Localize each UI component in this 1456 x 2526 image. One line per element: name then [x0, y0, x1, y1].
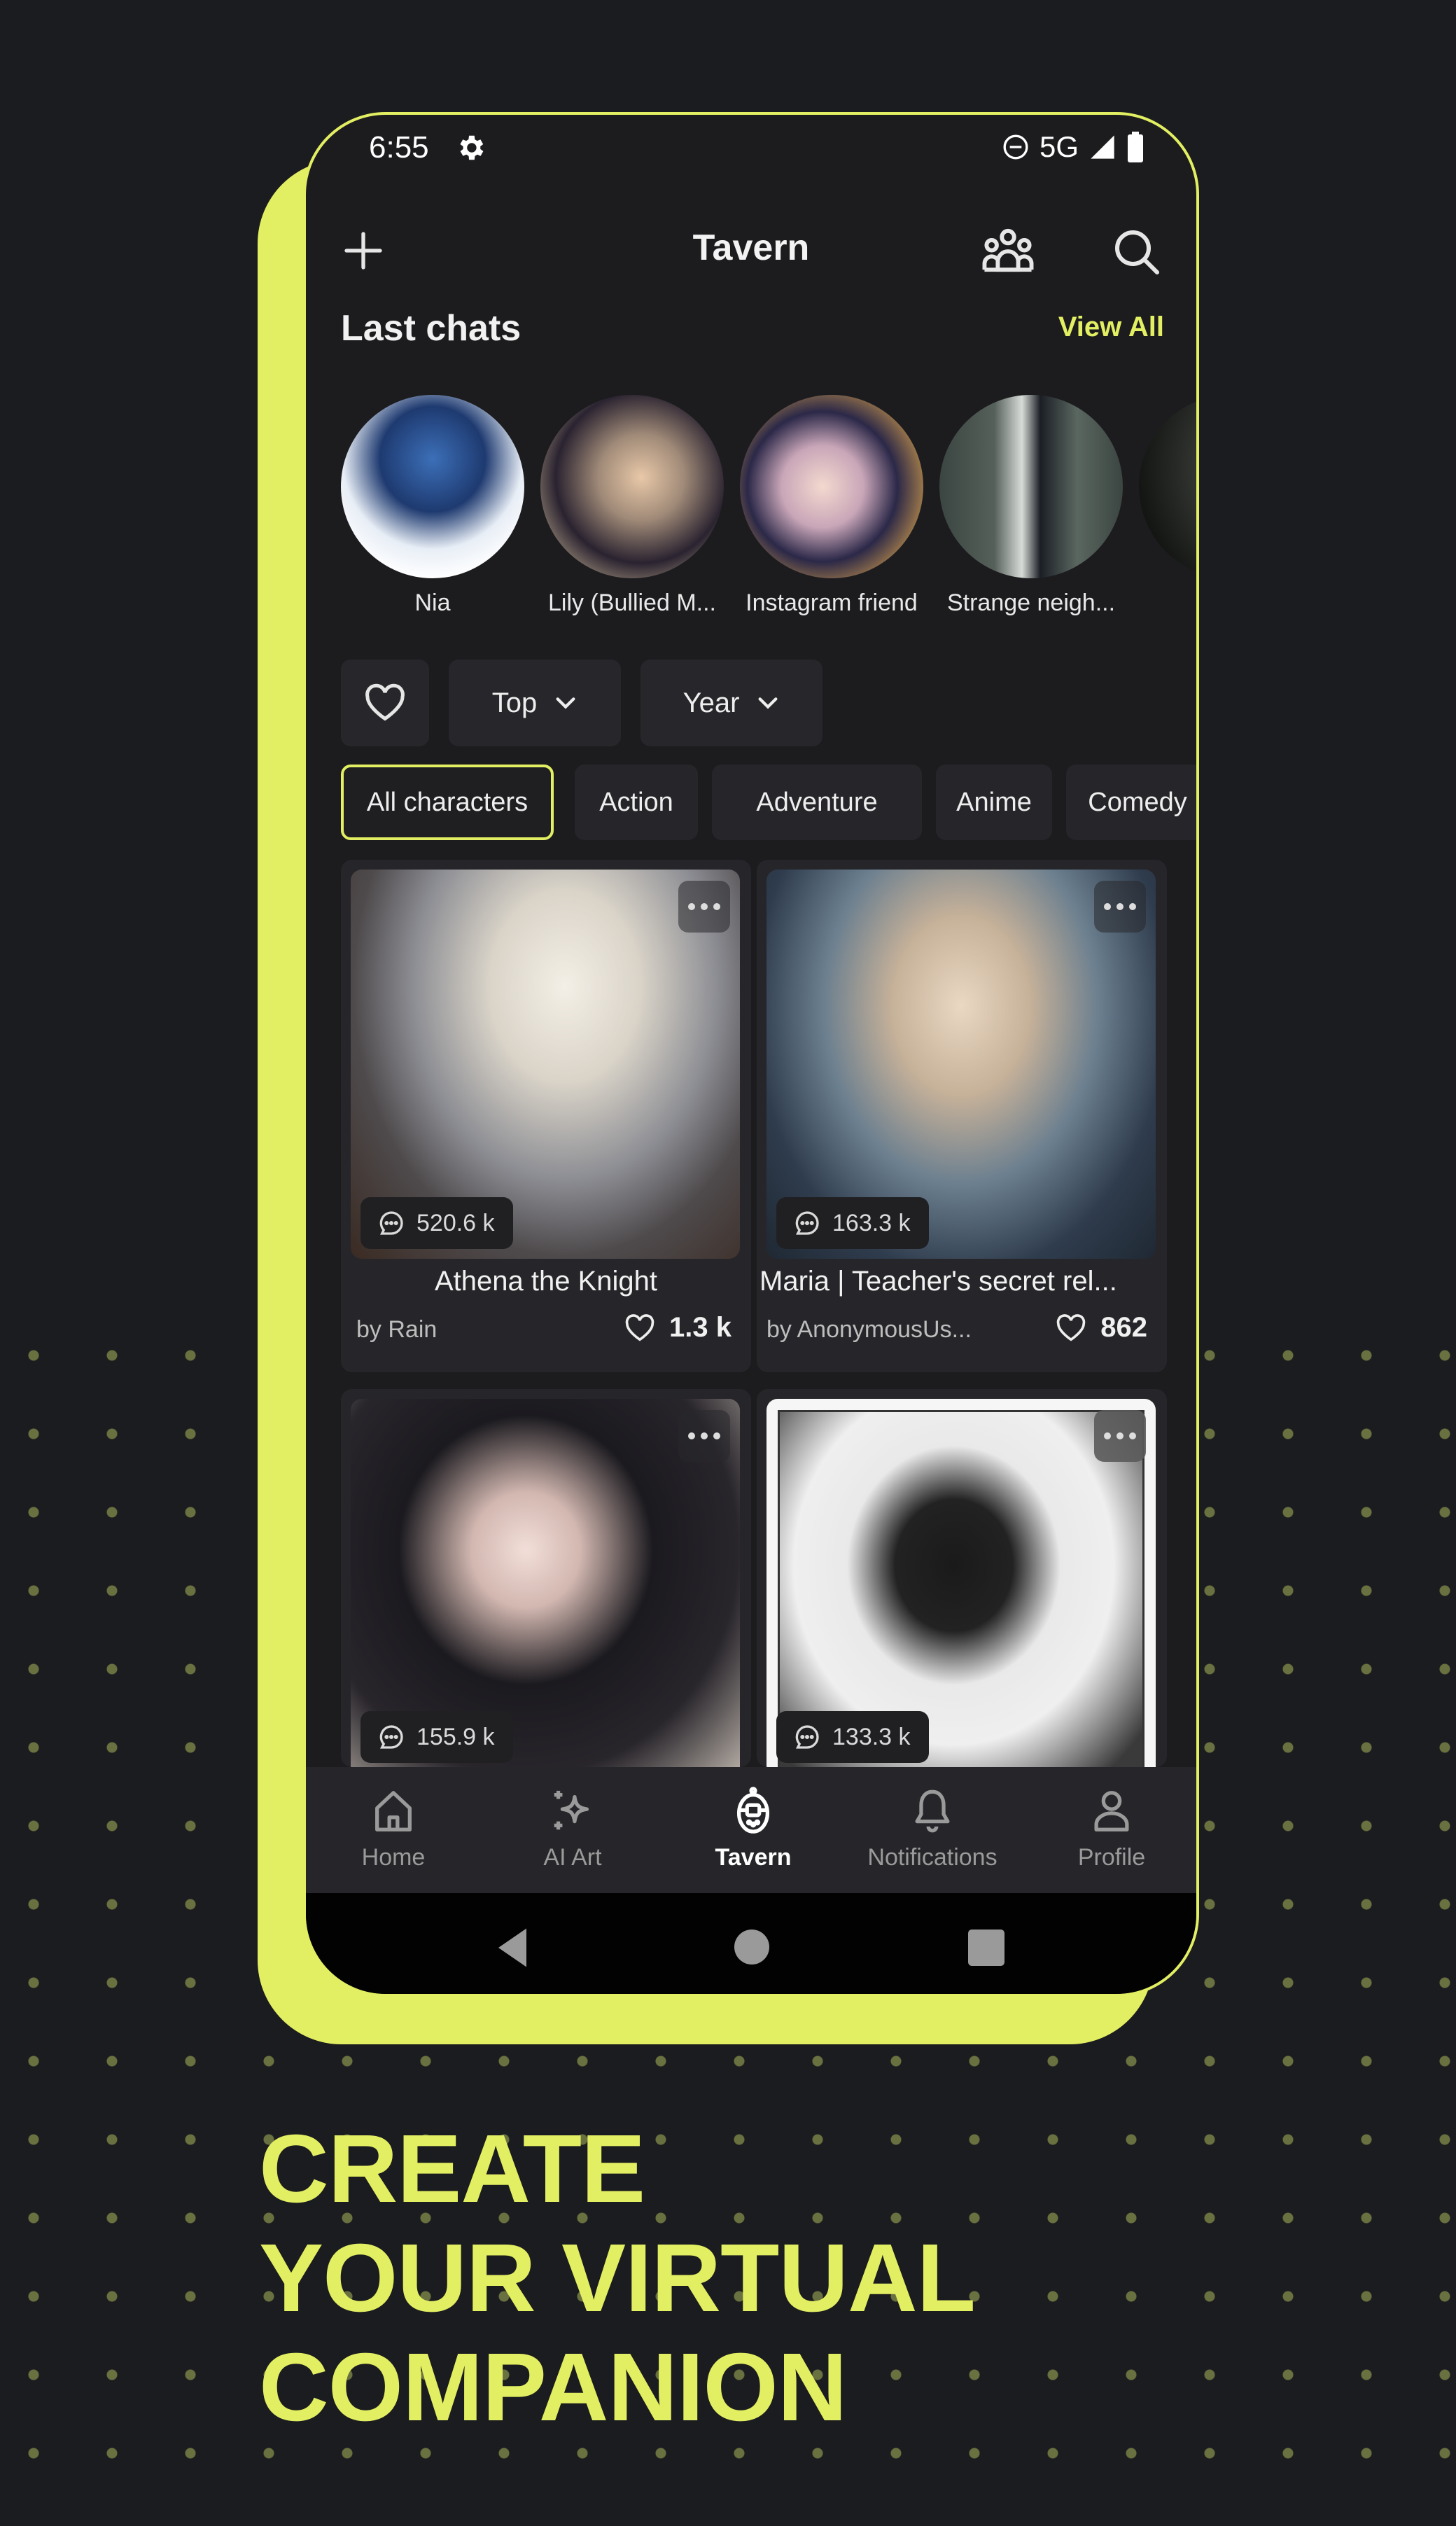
more-options-button[interactable] [678, 881, 730, 933]
character-card[interactable]: 520.6 k Athena the Knight by Rain 1.3 k [341, 860, 751, 1372]
nav-notifications-label: Notifications [867, 1844, 997, 1871]
chat-bubble-icon [795, 1725, 819, 1749]
promo-line-1: CREATE [259, 2115, 645, 2223]
nav-tavern[interactable]: Tavern [666, 1787, 841, 1871]
chat-bubble-icon [795, 1211, 819, 1235]
nav-profile-label: Profile [1077, 1844, 1146, 1871]
home-circle-icon[interactable] [734, 1930, 769, 1965]
status-bar: 6:55 5G [306, 115, 1196, 178]
chat-count-badge: 155.9 k [360, 1711, 513, 1763]
chat-name: Instagram friend [746, 589, 918, 616]
avatar[interactable] [341, 395, 524, 578]
bell-icon [915, 1789, 950, 1833]
avatar[interactable] [939, 395, 1123, 578]
promo-line-2: YOUR VIRTUAL [259, 2224, 976, 2332]
heart-outline-icon [365, 683, 405, 721]
sort-dropdown[interactable]: Top [449, 660, 621, 746]
chevron-down-icon [758, 697, 778, 709]
like-count-value: 1.3 k [669, 1312, 732, 1343]
character-author: by AnonymousUs... [766, 1316, 972, 1343]
recents-square-icon[interactable] [968, 1930, 1004, 1966]
avatar[interactable] [1139, 395, 1196, 578]
home-icon [375, 1791, 412, 1831]
avatar[interactable] [740, 395, 923, 578]
tavern-device-icon [736, 1787, 770, 1834]
nav-tavern-label: Tavern [715, 1844, 792, 1871]
chip-adventure[interactable]: Adventure [712, 765, 922, 840]
character-card[interactable]: 155.9 k [341, 1389, 751, 1767]
phone-frame: 6:55 5G Tavern Last chats View All Nia L… [303, 112, 1199, 1997]
sort-value: Top [491, 687, 538, 718]
character-card[interactable]: 133.3 k [757, 1389, 1167, 1767]
chat-avatar-item[interactable]: Strange neigh... [939, 395, 1123, 617]
last-chats-heading: Last chats [341, 308, 522, 349]
like-count-value: 862 [1100, 1312, 1147, 1343]
group-icon[interactable] [981, 227, 1035, 276]
heart-outline-icon [1056, 1313, 1086, 1341]
back-icon[interactable] [495, 1927, 530, 1969]
chat-name: Lily (Bullied M... [548, 589, 716, 616]
chat-name: Nia [414, 589, 451, 616]
battery-icon [1128, 132, 1143, 162]
promo-line-3: COMPANION [259, 2333, 847, 2441]
nav-home-label: Home [361, 1844, 426, 1871]
chat-count-badge: 133.3 k [776, 1711, 929, 1763]
chat-count: 155.9 k [416, 1723, 495, 1750]
nav-ai-art-label: AI Art [543, 1844, 602, 1871]
nav-notifications[interactable]: Notifications [845, 1787, 1020, 1871]
chat-bubble-icon [379, 1211, 403, 1235]
like-count[interactable]: 862 [1056, 1312, 1147, 1344]
status-right: 5G [1002, 130, 1144, 164]
more-options-button[interactable] [1094, 881, 1146, 933]
chat-avatar-item[interactable]: Lily (Bullied M... [540, 395, 724, 617]
sparkle-icon [554, 1790, 589, 1830]
bottom-navigation: Home AI Art Tavern Notifications Profile [306, 1767, 1196, 1893]
chip-action[interactable]: Action [575, 765, 698, 840]
chat-avatar-item[interactable] [1139, 395, 1196, 578]
character-title: Athena the Knight [434, 1266, 658, 1297]
view-all-link[interactable]: View All [1058, 312, 1164, 343]
search-icon[interactable] [1111, 225, 1161, 277]
favorites-filter-button[interactable] [341, 660, 429, 746]
period-value: Year [682, 687, 740, 718]
period-dropdown[interactable]: Year [640, 660, 822, 746]
more-options-button[interactable] [1094, 1410, 1146, 1462]
character-author: by Rain [356, 1316, 438, 1343]
last-chats-list: Nia Lily (Bullied M... Instagram friend … [341, 395, 1196, 619]
network-type: 5G [1039, 130, 1079, 163]
chat-avatar-item[interactable]: Nia [341, 395, 524, 617]
top-app-bar: Tavern [306, 206, 1196, 297]
chat-count-badge: 163.3 k [776, 1197, 929, 1249]
chat-bubble-icon [379, 1725, 403, 1749]
chat-avatar-item[interactable]: Instagram friend [740, 395, 923, 617]
status-time: 6:55 [369, 130, 429, 165]
system-navigation-bar [306, 1893, 1196, 1994]
nav-profile[interactable]: Profile [1024, 1787, 1196, 1871]
page-title: Tavern [692, 228, 810, 268]
promo-headline: CREATE YOUR VIRTUAL COMPANION [259, 2114, 976, 2442]
chip-all-characters[interactable]: All characters [341, 765, 554, 840]
chat-count: 520.6 k [416, 1209, 495, 1236]
chip-comedy[interactable]: Comedy [1066, 765, 1196, 840]
person-icon [1094, 1791, 1129, 1831]
chat-count: 163.3 k [832, 1209, 911, 1236]
character-title: Maria | Teacher's secret rel... [760, 1266, 1117, 1297]
heart-outline-icon [625, 1313, 654, 1341]
signal-icon [1091, 135, 1114, 159]
chevron-down-icon [556, 697, 575, 709]
nav-home[interactable]: Home [306, 1787, 481, 1871]
like-count[interactable]: 1.3 k [624, 1312, 732, 1344]
do-not-disturb-icon [1003, 134, 1028, 160]
chat-name: Strange neigh... [946, 589, 1116, 616]
nav-ai-art[interactable]: AI Art [485, 1787, 660, 1871]
last-chats-header: Last chats View All [341, 307, 1164, 356]
settings-gear-icon [460, 135, 484, 160]
chat-count: 133.3 k [832, 1723, 911, 1750]
character-card[interactable]: 163.3 k Maria | Teacher's secret rel... … [757, 860, 1167, 1372]
chat-count-badge: 520.6 k [360, 1197, 513, 1249]
avatar[interactable] [540, 395, 724, 578]
chip-anime[interactable]: Anime [936, 765, 1052, 840]
more-options-button[interactable] [678, 1410, 730, 1462]
